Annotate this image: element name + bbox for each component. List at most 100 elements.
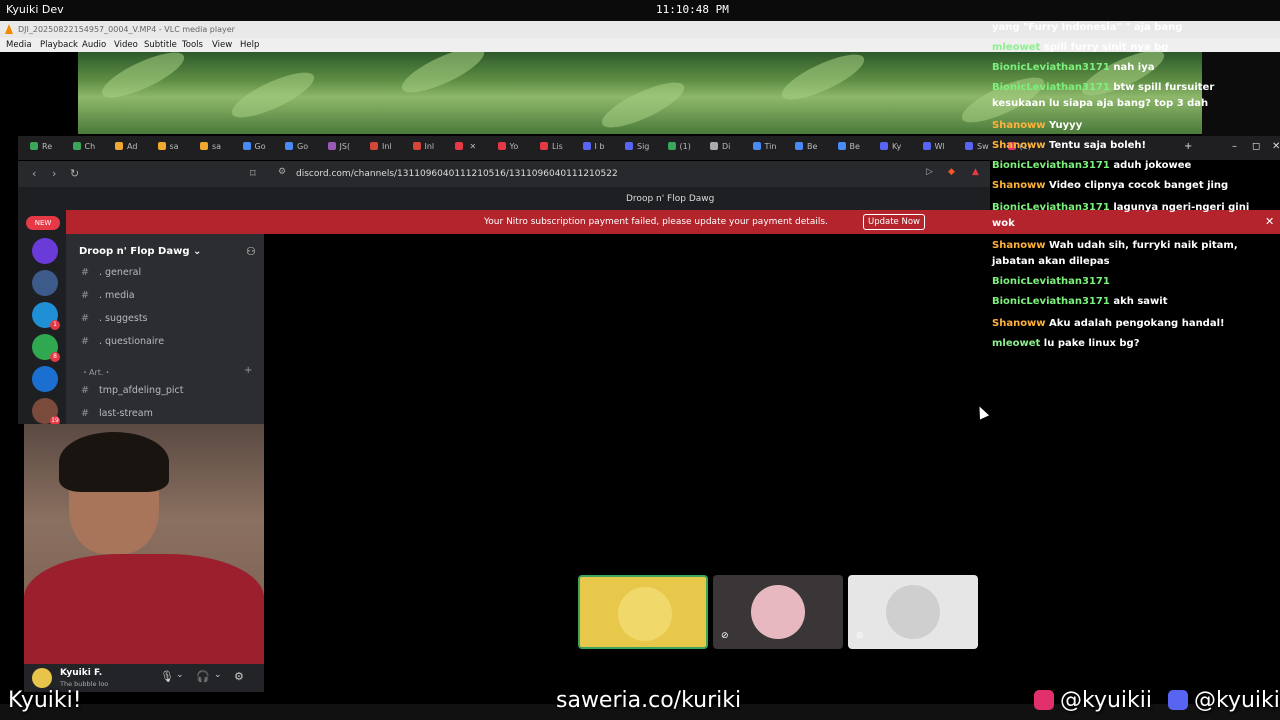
channel-tmp-afdeling-pict[interactable]: # tmp_afdeling_pict [81,385,183,396]
channel-label: last-stream [98,408,153,419]
invite-icon[interactable]: ⚇ [246,245,256,258]
headphones-icon[interactable]: 🎧 [196,670,210,683]
voice-tile[interactable] [578,575,708,649]
browser-tab[interactable]: Di [710,142,730,154]
browser-tab[interactable]: I b [582,142,605,154]
update-now-button[interactable]: Update Now [863,214,925,230]
chat-username: BionicLeviathan3171 [992,62,1110,73]
gear-icon[interactable]: ⚙ [234,670,244,683]
server-icon[interactable] [32,366,58,392]
rewards-icon[interactable]: ▲ [972,167,979,177]
chat-text: akh sawit [1113,296,1168,307]
avatar[interactable] [32,668,52,688]
channel-general[interactable]: # . general [81,267,141,278]
hash-icon: # [81,385,89,396]
menu-subtitle[interactable]: Subtitle [144,40,177,50]
discord-icon [1168,690,1188,710]
menu-playback[interactable]: Playback [40,40,78,50]
channel-questionaire[interactable]: # . questionaire [81,336,164,347]
menu-view[interactable]: View [212,40,232,50]
browser-tab[interactable]: Go [242,142,266,154]
mention-badge: 1 [50,320,60,330]
server-icon[interactable] [32,238,58,264]
favicon-icon [327,142,336,150]
tab-label: I b [594,142,605,151]
site-settings-icon[interactable]: ⚙ [278,167,286,177]
server-icon[interactable]: 1 [32,302,60,330]
browser-tab[interactable]: sa [200,142,221,154]
voice-tile[interactable]: ⊘ [848,575,978,649]
hash-icon: # [81,408,89,419]
tab-label: Sig [637,142,650,151]
menu-video[interactable]: Video [114,40,138,50]
add-channel-icon[interactable]: + [244,365,252,376]
browser-tab[interactable]: (1) [667,142,691,154]
browser-tab[interactable]: Sw [965,142,989,154]
channel-last-stream[interactable]: # last-stream [81,408,153,419]
close-tab-icon[interactable]: ✕ [467,142,477,151]
chevron-down-icon[interactable]: ⌄ [176,670,184,680]
chat-message: Shanoww Video clipnya cocok banget jing [992,178,1256,194]
brave-shield-icon[interactable]: ◆ [948,167,955,177]
microphone-icon[interactable]: 🎙 [160,670,174,683]
chat-username: Shanoww [992,120,1046,131]
palm-leaf [96,52,190,106]
forward-icon[interactable]: › [52,167,56,180]
browser-tab[interactable]: Yo [497,142,519,154]
chat-text: Video clipnya cocok banget jing [1049,180,1229,191]
browser-tab[interactable]: Re [30,142,52,154]
channel-media[interactable]: # . media [81,290,135,301]
category-art[interactable]: ・Art.・ [81,367,111,378]
favicon-icon [710,142,718,150]
browser-tab[interactable]: Ch [72,142,96,154]
tab-label: Tin [764,142,777,151]
browser-tab[interactable]: Sig [625,142,649,154]
tab-label: Yo [509,142,519,151]
chat-text: Aku adalah pengokang handal! [1049,318,1225,329]
browser-tab[interactable]: Wl [922,142,945,154]
menu-audio[interactable]: Audio [82,40,106,50]
browser-tab[interactable]: Inl [370,142,392,154]
favicon-icon [412,142,421,150]
menu-media[interactable]: Media [6,40,32,50]
favicon-icon [285,142,293,150]
browser-tab[interactable]: Ad [115,142,137,154]
tab-label: Inl [382,142,392,151]
banner-message: Your Nitro subscription payment failed, … [484,217,828,227]
browser-tab[interactable]: Inl [412,142,434,154]
channel-label: . general [98,267,142,278]
server-icon[interactable]: 19 [32,398,60,426]
browser-tab[interactable]: Be [795,142,817,154]
channel-suggests[interactable]: # . suggests [81,313,148,324]
browser-tab[interactable]: Tin [752,142,777,154]
server-icon[interactable] [32,270,58,296]
chevron-down-icon[interactable]: ⌄ [214,670,222,680]
overlay-discord: @kyuiki [1168,688,1280,713]
server-icon[interactable]: 8 [32,334,60,362]
back-icon[interactable]: ‹ [32,167,36,180]
bookmark-icon[interactable]: ⌑ [250,167,256,180]
menu-help[interactable]: Help [240,40,259,50]
tab-label: Ch [84,142,96,151]
voice-tile[interactable]: ⊘ [713,575,843,649]
menu-tools[interactable]: Tools [182,40,203,50]
browser-tab[interactable]: sa [157,142,179,154]
url-field[interactable]: discord.com/channels/1311096040111210516… [296,169,618,179]
browser-tab[interactable]: Ky [880,142,901,154]
reload-icon[interactable]: ↻ [70,167,79,180]
chat-username: Shanoww [992,318,1046,329]
favicon-icon [965,142,973,150]
close-window-button[interactable]: ✕ [1272,141,1280,152]
favicon-icon [157,142,166,150]
mention-badge: 8 [50,352,60,362]
chat-message: BionicLeviathan3171 lagunya ngeri-ngeri … [992,200,1256,232]
channel-label: . suggests [98,313,148,324]
guild-name[interactable]: Droop n' Flop Dawg ⌄ [79,246,201,257]
browser-tab[interactable]: Go [285,142,308,154]
browser-tab[interactable]: Be [837,142,860,154]
browser-tab[interactable]: Lis [540,142,563,154]
browser-tab[interactable]: ✕ [455,142,476,154]
banner-close-icon[interactable]: ✕ [1265,215,1274,228]
share-icon[interactable]: ▷ [926,167,933,177]
browser-tab[interactable]: JS( [327,142,350,154]
